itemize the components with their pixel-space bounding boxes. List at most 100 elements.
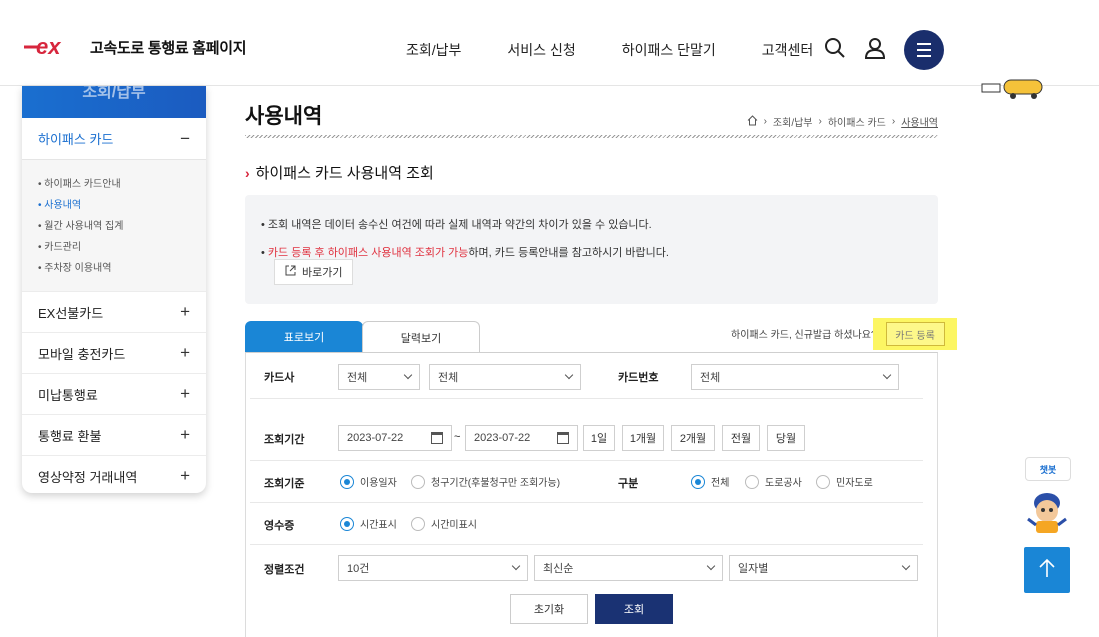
side-nav-mobile-charge[interactable]: 모바일 충전카드 +	[22, 332, 206, 373]
notice-line-1: • 조회 내역은 데이터 송수신 여건에 따라 실제 내역과 약간의 차이가 있…	[261, 219, 652, 231]
radio-hide-time[interactable]: 시간미표시	[411, 516, 477, 531]
date-to-input[interactable]: 2023-07-22	[465, 425, 578, 451]
period-1day-button[interactable]: 1일	[583, 425, 615, 451]
radio-use-date[interactable]: 이용일자	[340, 474, 397, 489]
expand-icon: +	[180, 302, 190, 321]
expand-icon: +	[180, 425, 190, 444]
breadcrumb-item[interactable]: 조회/납부	[773, 114, 813, 129]
radio-show-time[interactable]: 시간표시	[340, 516, 397, 531]
side-nav-submenu: • 하이패스 카드안내 • 사용내역 • 월간 사용내역 집계 • 카드관리 •…	[22, 160, 206, 291]
user-icon[interactable]	[864, 37, 886, 64]
breadcrumb: › 조회/납부 › 하이패스 카드 › 사용내역	[747, 114, 938, 129]
chevron-down-icon	[901, 561, 911, 571]
card-register-highlight: 카드 등록	[873, 318, 957, 350]
submenu-parking-usage[interactable]: • 주차장 이용내역	[38, 258, 206, 279]
submenu-monthly-usage[interactable]: • 월간 사용내역 집계	[38, 216, 206, 237]
search-icon[interactable]	[824, 37, 846, 64]
breadcrumb-item[interactable]: 하이패스 카드	[828, 114, 886, 129]
chevron-down-icon	[882, 370, 892, 380]
calendar-icon	[557, 432, 569, 444]
chevron-down-icon	[511, 561, 521, 571]
chevron-down-icon	[706, 561, 716, 571]
calendar-icon	[431, 432, 443, 444]
tab-calendar-view[interactable]: 달력보기	[362, 321, 480, 353]
card-company-label: 카드사	[264, 372, 295, 384]
card-register-button[interactable]: 카드 등록	[885, 322, 945, 346]
site-header: ex 고속도로 통행료 홈페이지 조회/납부 서비스 신청 하이패스 단말기 고…	[0, 0, 1099, 86]
svg-text:ex: ex	[36, 36, 61, 58]
notice-box: • 조회 내역은 데이터 송수신 여건에 따라 실제 내역과 약간의 차이가 있…	[245, 195, 938, 304]
mascot-car-icon	[980, 78, 1044, 100]
expand-icon: +	[180, 343, 190, 362]
form-row-sort: 정렬조건 10건 최신순 일자별	[250, 545, 923, 591]
hamburger-menu-button[interactable]	[904, 30, 944, 70]
side-nav-hipass-card[interactable]: 하이패스 카드 −	[22, 118, 206, 160]
tab-table-view[interactable]: 표로보기	[245, 321, 363, 353]
breadcrumb-current[interactable]: 사용내역	[901, 114, 938, 129]
card-number-label: 카드번호	[618, 372, 659, 384]
search-button[interactable]: 조회	[595, 594, 673, 624]
form-row-basis: 조회기준 이용일자 청구기간(후불청구만 조회가능) 구분 전체 도로공사 민자…	[250, 461, 923, 503]
site-logo[interactable]: ex 고속도로 통행료 홈페이지	[22, 36, 247, 58]
header-icons	[824, 30, 944, 70]
global-nav: 조회/납부 서비스 신청 하이패스 단말기 고객센터	[406, 40, 813, 60]
mascot-icon[interactable]	[1022, 489, 1072, 535]
side-nav-ex-prepaid[interactable]: EX선불카드 +	[22, 291, 206, 332]
section-title: › 하이패스 카드 사용내역 조회	[245, 164, 434, 183]
card-number-select[interactable]: 전체	[691, 364, 899, 390]
basis-label: 조회기준	[264, 478, 305, 490]
group-by-select[interactable]: 일자별	[729, 555, 918, 581]
title-divider	[245, 135, 938, 138]
search-form: 카드사 전체 전체 카드번호 전체 조회기간 2023-07-22 ~ 2023…	[245, 352, 938, 637]
ex-logo-icon: ex	[22, 36, 82, 58]
chevron-down-icon	[564, 370, 574, 380]
receipt-label: 영수증	[264, 520, 295, 532]
notice-line-2: • 카드 등록 후 하이패스 사용내역 조회가 가능하며, 카드 등록안내를 참…	[261, 247, 669, 259]
radio-kind-expressway[interactable]: 도로공사	[745, 474, 802, 489]
radio-kind-all[interactable]: 전체	[691, 474, 729, 489]
period-2month-button[interactable]: 2개월	[671, 425, 715, 451]
period-this-month-button[interactable]: 당월	[767, 425, 805, 451]
form-row-receipt: 영수증 시간표시 시간미표시	[250, 503, 923, 545]
sort-label: 정렬조건	[264, 564, 305, 576]
period-label: 조회기간	[264, 434, 305, 446]
gnb-lookup-payment[interactable]: 조회/납부	[406, 40, 461, 60]
chevron-right-icon: ›	[245, 164, 250, 181]
expand-icon: +	[180, 384, 190, 403]
side-nav-toll-refund[interactable]: 통행료 환불 +	[22, 414, 206, 455]
side-nav: 조회/납부 하이패스 카드 − • 하이패스 카드안내 • 사용내역 • 월간 …	[22, 86, 206, 493]
kind-label: 구분	[618, 478, 639, 490]
chatbot-button[interactable]: 챗봇	[1025, 457, 1071, 481]
chevron-down-icon	[403, 370, 413, 380]
reset-button[interactable]: 초기화	[510, 594, 588, 624]
card-company-sub-select[interactable]: 전체	[429, 364, 581, 390]
gnb-customer-center[interactable]: 고객센터	[762, 40, 814, 60]
form-row-card: 카드사 전체 전체 카드번호 전체	[250, 353, 923, 399]
radio-billing-period[interactable]: 청구기간(후불청구만 조회가능)	[411, 474, 560, 489]
card-company-select[interactable]: 전체	[338, 364, 420, 390]
side-nav-unpaid-toll[interactable]: 미납통행료 +	[22, 373, 206, 414]
side-nav-video-agreement[interactable]: 영상약정 거래내역 +	[22, 455, 206, 493]
period-1month-button[interactable]: 1개월	[622, 425, 664, 451]
date-from-input[interactable]: 2023-07-22	[338, 425, 452, 451]
period-last-month-button[interactable]: 전월	[722, 425, 760, 451]
sort-order-select[interactable]: 최신순	[534, 555, 723, 581]
submenu-hipass-card-guide[interactable]: • 하이패스 카드안내	[38, 174, 206, 195]
scroll-top-button[interactable]	[1024, 547, 1070, 593]
page-size-select[interactable]: 10건	[338, 555, 528, 581]
home-icon[interactable]	[747, 114, 758, 129]
collapse-icon: −	[180, 128, 190, 148]
submenu-card-manage[interactable]: • 카드관리	[38, 237, 206, 258]
gnb-hipass-device[interactable]: 하이패스 단말기	[622, 40, 716, 60]
form-row-period: 조회기간 2023-07-22 ~ 2023-07-22 1일 1개월 2개월 …	[250, 415, 923, 461]
arrow-up-icon	[1038, 558, 1056, 583]
goto-button[interactable]: 바로가기	[274, 259, 354, 285]
external-link-icon	[285, 265, 296, 279]
date-separator: ~	[454, 431, 461, 443]
gnb-service-apply[interactable]: 서비스 신청	[507, 40, 575, 60]
page-title: 사용내역	[245, 105, 323, 128]
site-title: 고속도로 통행료 홈페이지	[90, 39, 247, 57]
submenu-usage-history[interactable]: • 사용내역	[38, 195, 206, 216]
expand-icon: +	[180, 466, 190, 485]
radio-kind-private[interactable]: 민자도로	[816, 474, 873, 489]
